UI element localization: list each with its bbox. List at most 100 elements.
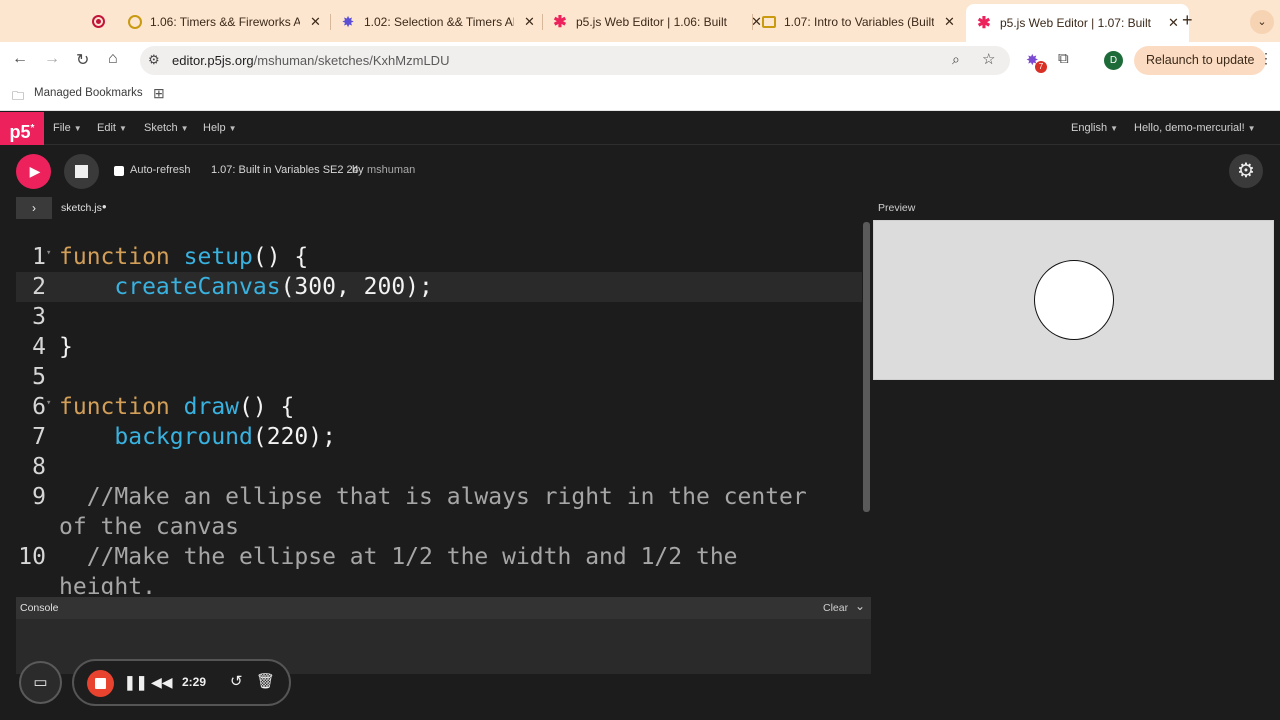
code-text: height.: [59, 572, 156, 595]
omnibox[interactable]: ⚙ editor.p5js.org/mshuman/sketches/KxhMz…: [140, 46, 1010, 75]
rewind-icon[interactable]: ◀◀: [151, 674, 173, 691]
code-token: background: [114, 424, 253, 450]
apps-grid-icon[interactable]: ⊞: [153, 85, 165, 102]
code-token: (300, 200);: [280, 274, 433, 300]
browser-tab-5-active[interactable]: ✱ p5.js Web Editor | 1.07: Built ✕: [966, 4, 1189, 42]
line-number: 6: [32, 394, 46, 420]
managed-bookmarks-button[interactable]: Managed Bookmarks: [34, 87, 143, 99]
caret-down-icon: ▼: [1110, 124, 1118, 133]
menu-label: Help: [203, 122, 226, 134]
editor-scrollbar-thumb[interactable]: [863, 222, 870, 512]
code-editor[interactable]: 1 ▾ function setup() {2 createCanvas(300, …: [16, 220, 871, 595]
p5-nav-bar: p5* File ▼ Edit ▼ Sketch ▼ Help ▼ English ▼ H…: [0, 112, 1280, 145]
code-token: function: [59, 244, 184, 270]
forward-icon[interactable]: →: [44, 50, 60, 68]
site-settings-icon[interactable]: ⚙: [148, 52, 160, 68]
code-token: (220);: [252, 424, 336, 450]
slides-icon: [762, 16, 776, 28]
close-tab-icon[interactable]: ✕: [524, 14, 535, 30]
by-label: by: [352, 164, 364, 176]
sketch-name[interactable]: 1.07: Built in Variables SE2 24: [211, 164, 359, 176]
canvas-ellipse: [1034, 260, 1114, 340]
profile-avatar[interactable]: D: [1104, 51, 1123, 70]
line-number: 1: [32, 244, 46, 270]
file-tab-sketch-js[interactable]: sketch.js●: [61, 202, 107, 214]
language-label: English: [1071, 122, 1108, 134]
menu-sketch[interactable]: Sketch ▼: [144, 122, 189, 134]
menu-edit[interactable]: Edit ▼: [97, 122, 127, 134]
language-menu[interactable]: English ▼: [1071, 122, 1118, 134]
code-token: createCanvas: [114, 274, 281, 300]
tab-title: 1.06: Timers && Fireworks AP: [150, 15, 300, 29]
unsaved-dot-icon: ●: [101, 202, 107, 211]
caret-down-icon: ▼: [180, 124, 189, 133]
editor-toolbar: ▶ Auto-refresh 1.07: Built in Variables …: [0, 145, 1280, 197]
stop-recording-button[interactable]: [87, 670, 114, 697]
menu-file[interactable]: File ▼: [53, 122, 82, 134]
code-text: }: [59, 332, 73, 362]
close-tab-icon[interactable]: ✕: [944, 14, 955, 30]
preview-canvas[interactable]: [873, 220, 1274, 380]
browser-tab-1[interactable]: 1.06: Timers && Fireworks AP ✕: [128, 6, 321, 38]
auto-refresh-label: Auto-refresh: [130, 164, 191, 176]
line-number: 5: [32, 364, 46, 390]
back-icon[interactable]: ←: [12, 50, 28, 68]
close-tab-icon[interactable]: ✕: [1168, 15, 1179, 31]
tab-title: 1.07: Intro to Variables (Built: [784, 15, 934, 29]
fold-arrow-icon[interactable]: ▾: [46, 238, 51, 268]
tab-title: p5.js Web Editor | 1.06: Built: [576, 15, 727, 29]
caret-down-icon: ▼: [1247, 124, 1256, 133]
tab-search-chevron-icon[interactable]: ⌄: [1250, 10, 1274, 34]
close-tab-icon[interactable]: ✕: [310, 14, 321, 30]
caret-down-icon: ▼: [73, 124, 82, 133]
trash-icon[interactable]: 🗑: [256, 672, 275, 690]
expand-sidebar-chevron-icon[interactable]: ›: [16, 197, 52, 219]
extension-badge: 7: [1035, 61, 1047, 73]
p5-logo[interactable]: p5*: [0, 112, 44, 145]
pause-icon[interactable]: ❚❚: [124, 674, 147, 691]
account-menu[interactable]: Hello, demo-mercurial! ▼: [1134, 122, 1256, 134]
menu-label: Edit: [97, 122, 116, 134]
browser-tab-3[interactable]: ✱ p5.js Web Editor | 1.06: Built ✕: [552, 6, 762, 38]
sketch-owner-link[interactable]: mshuman: [367, 164, 415, 176]
code-token: //Make an ellipse that is always right i…: [59, 484, 807, 510]
restart-icon[interactable]: ↺: [230, 672, 243, 690]
code-token: setup: [183, 244, 253, 270]
home-icon[interactable]: ⌂: [108, 50, 118, 68]
line-number: 4: [32, 334, 46, 360]
url-host: editor.p5js.org: [172, 53, 254, 68]
search-icon[interactable]: ⌕: [952, 51, 960, 68]
extensions-puzzle-icon[interactable]: ⧉: [1058, 50, 1069, 67]
play-icon: ▶: [29, 163, 41, 179]
camera-icon[interactable]: ▭: [19, 661, 62, 704]
more-menu-icon[interactable]: ⋮: [1259, 50, 1273, 67]
url-path: /mshuman/sketches/KxhMzmLDU: [253, 53, 450, 68]
menu-label: File: [53, 122, 71, 134]
file-header: [16, 197, 871, 219]
fold-arrow-icon[interactable]: ▾: [46, 388, 51, 418]
play-button[interactable]: ▶: [16, 154, 51, 189]
relaunch-button[interactable]: Relaunch to update: [1134, 46, 1267, 75]
slides-icon: [128, 15, 142, 29]
collapse-console-chevron-icon[interactable]: ⌄: [855, 599, 865, 613]
menu-help[interactable]: Help ▼: [203, 122, 237, 134]
console-clear-button[interactable]: Clear: [823, 602, 848, 614]
p5-asterisk-icon: ✱: [977, 15, 991, 32]
gear-logo-icon: ✸: [341, 14, 355, 31]
browser-tab-2[interactable]: ✸ 1.02: Selection && Timers AP ✕: [340, 6, 535, 38]
auto-refresh-checkbox[interactable]: [114, 166, 124, 176]
bookmarks-bar: 🗀 Managed Bookmarks ⊞: [0, 78, 1280, 111]
browser-tab-4[interactable]: 1.07: Intro to Variables (Built ✕: [762, 6, 955, 38]
reload-icon[interactable]: ↻: [76, 50, 89, 70]
url-text[interactable]: editor.p5js.org/mshuman/sketches/KxhMzmL…: [172, 53, 449, 68]
stop-button[interactable]: [64, 154, 99, 189]
new-tab-icon[interactable]: +: [1182, 10, 1193, 31]
bookmark-star-icon[interactable]: ☆: [982, 50, 995, 68]
caret-down-icon: ▼: [228, 124, 237, 133]
settings-gear-icon[interactable]: ⚙: [1229, 154, 1263, 188]
address-toolbar: ← → ↻ ⌂ ⚙ editor.p5js.org/mshuman/sketch…: [0, 42, 1280, 78]
code-token: //Make the ellipse at 1/2 the width and …: [59, 544, 738, 570]
tab-title: p5.js Web Editor | 1.07: Built: [1000, 16, 1151, 30]
